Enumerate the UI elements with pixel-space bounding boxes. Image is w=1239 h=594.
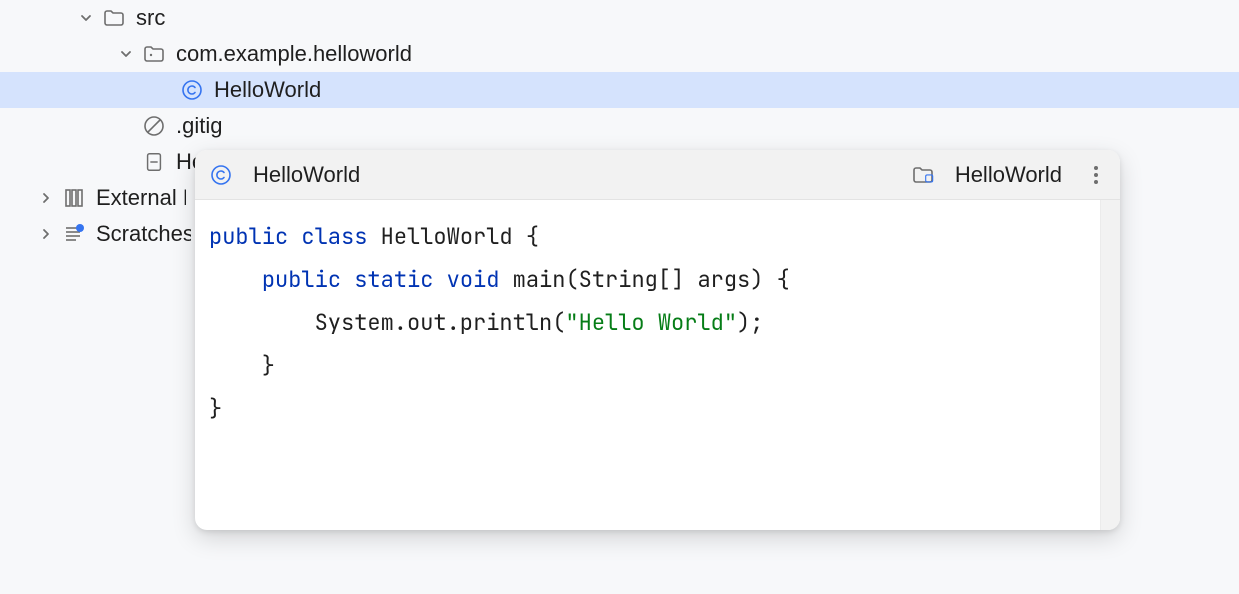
chevron-down-icon[interactable] [110,48,142,60]
chevron-right-icon[interactable] [30,228,62,240]
tree-label: src [136,5,165,31]
scrollbar[interactable] [1100,200,1120,530]
preview-header: HelloWorld HelloWorld [195,150,1120,200]
chevron-down-icon[interactable] [70,12,102,24]
chevron-right-icon[interactable] [30,192,62,204]
tree-label: .gitignore [176,113,224,139]
tree-label: HelloWorld [214,77,321,103]
library-icon [62,186,86,210]
preview-title: HelloWorld [253,162,360,188]
tree-label: Scratches and Consoles [96,221,191,247]
quick-definition-popup: HelloWorld HelloWorld public class Hello… [195,150,1120,530]
code-viewer[interactable]: public class HelloWorld { public static … [195,200,1100,530]
tree-row-class-selected[interactable]: HelloWorld [0,72,1239,108]
folder-class-icon[interactable] [911,163,935,187]
class-icon [209,163,233,187]
tree-label: com.example.helloworld [176,41,412,67]
file-icon [142,150,166,174]
tree-row-src[interactable]: src [0,0,1239,36]
kebab-menu-icon[interactable] [1086,162,1106,188]
folder-icon [102,6,126,30]
preview-breadcrumb[interactable]: HelloWorld [955,162,1062,188]
preview-body: public class HelloWorld { public static … [195,200,1120,530]
tree-row-package[interactable]: com.example.helloworld [0,36,1239,72]
ignored-file-icon [142,114,166,138]
class-icon [180,78,204,102]
tree-label: External Libraries [96,185,186,211]
tree-row-gitignore[interactable]: .gitignore [0,108,1239,144]
package-icon [142,42,166,66]
scratches-icon [62,222,86,246]
